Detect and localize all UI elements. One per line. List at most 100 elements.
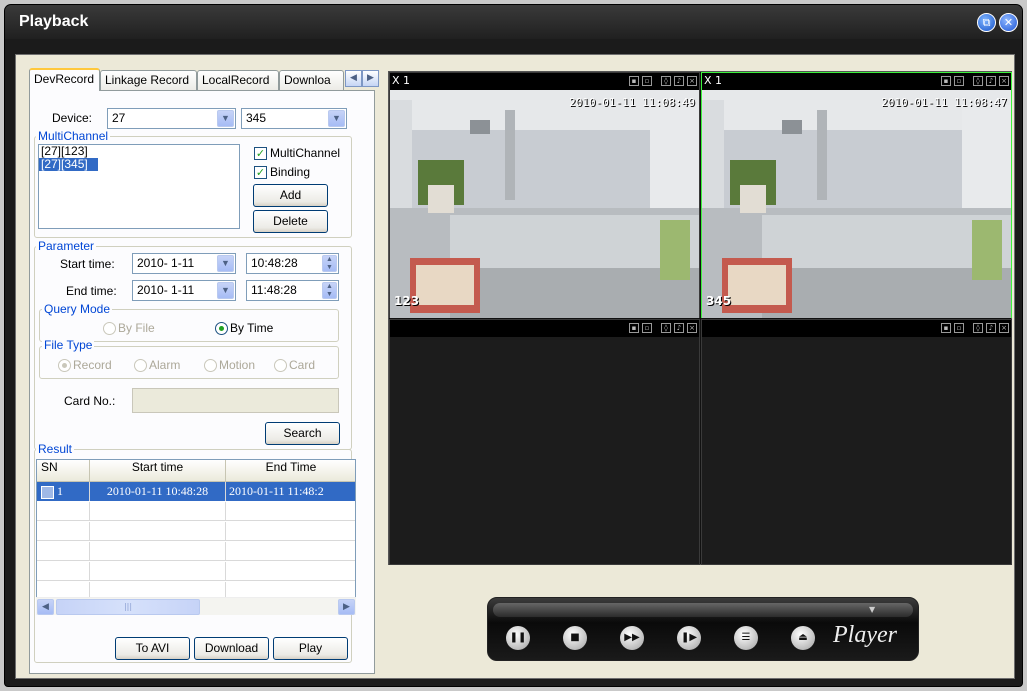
list-item[interactable]: [27][345] bbox=[39, 158, 98, 171]
result-table[interactable]: SN Start time End Time 1 2010-01-11 10:4… bbox=[36, 459, 356, 615]
cell-toolbar: ▪ ▫ ◊ ♪ × bbox=[941, 323, 1009, 333]
fast-forward-icon[interactable]: ▶▶ bbox=[620, 626, 644, 650]
eject-icon[interactable]: ⏏ bbox=[791, 626, 815, 650]
player-logo: Player bbox=[833, 622, 897, 648]
card-no-input[interactable] bbox=[132, 388, 339, 413]
tab-scroll-right-icon[interactable]: ▶ bbox=[362, 70, 379, 87]
video-cell-4[interactable]: ▪ ▫ ◊ ♪ × bbox=[701, 319, 1012, 565]
timestamp-overlay: 2010-01-11 11:08:47 bbox=[881, 96, 1007, 109]
by-time-label: By Time bbox=[230, 321, 274, 335]
record-icon[interactable]: ▫ bbox=[954, 76, 964, 86]
devrecord-tab-body: Device: 27 ▼ 345 ▼ MultiChannel [27][123… bbox=[29, 90, 375, 674]
snapshot-icon[interactable]: ▪ bbox=[629, 76, 639, 86]
table-row[interactable]: 1 2010-01-11 10:48:28 2010-01-11 11:48:2 bbox=[37, 482, 355, 501]
to-avi-button[interactable]: To AVI bbox=[115, 637, 190, 660]
speaker-icon[interactable]: ♪ bbox=[986, 76, 996, 86]
end-date-value: 2010- 1-11 bbox=[137, 283, 195, 297]
video-cell-3[interactable]: ▪ ▫ ◊ ♪ × bbox=[389, 319, 700, 565]
column-header-sn[interactable]: SN bbox=[37, 460, 90, 482]
speaker-icon[interactable]: ♪ bbox=[674, 323, 684, 333]
video-cell-1[interactable]: X 1 ▪ ▫ ◊ ♪ × 2010-01-11 11:08:49 123 bbox=[389, 72, 700, 318]
cell-header: X 1 ▪ ▫ ◊ ♪ × bbox=[702, 73, 1011, 90]
tab-scroll-left-icon[interactable]: ◀ bbox=[345, 70, 362, 87]
card-no-label: Card No.: bbox=[64, 394, 116, 408]
close-icon[interactable]: × bbox=[999, 323, 1009, 333]
scroll-left-icon[interactable]: ◀ bbox=[37, 599, 54, 615]
download-button[interactable]: Download bbox=[194, 637, 269, 660]
binding-checkbox[interactable]: ✓ bbox=[254, 166, 267, 179]
close-icon[interactable]: × bbox=[687, 323, 697, 333]
scroll-right-icon[interactable]: ▶ bbox=[338, 599, 355, 615]
column-header-start-time[interactable]: Start time bbox=[90, 460, 226, 482]
row-checkbox[interactable] bbox=[41, 485, 54, 499]
scroll-thumb[interactable]: ||| bbox=[56, 599, 200, 615]
multichannel-list[interactable]: [27][123] [27][345] bbox=[38, 144, 240, 229]
snapshot-icon[interactable]: ▪ bbox=[941, 323, 951, 333]
tab-devrecord[interactable]: DevRecord bbox=[29, 68, 100, 91]
up-down-icon[interactable]: ▲ ▼ bbox=[322, 282, 337, 299]
tab-download[interactable]: Downloa bbox=[279, 70, 344, 90]
title-bar[interactable]: Playback ⧉ ✕ bbox=[5, 5, 1022, 39]
record-icon[interactable]: ▫ bbox=[954, 323, 964, 333]
start-time-value: 10:48:28 bbox=[251, 256, 298, 270]
search-button[interactable]: Search bbox=[265, 422, 340, 445]
camera-id-overlay: 123 bbox=[394, 294, 420, 308]
chevron-down-icon[interactable]: ▼ bbox=[328, 110, 345, 127]
snapshot-icon[interactable]: ▪ bbox=[941, 76, 951, 86]
snapshot-icon[interactable]: ▪ bbox=[629, 323, 639, 333]
close-icon[interactable]: ✕ bbox=[999, 13, 1018, 32]
motion-radio[interactable] bbox=[204, 359, 217, 372]
table-cell-end: 2010-01-11 11:48:2 bbox=[226, 482, 355, 501]
end-date-picker[interactable]: 2010- 1-11 ▼ bbox=[132, 280, 236, 301]
close-icon[interactable]: × bbox=[999, 76, 1009, 86]
add-button[interactable]: Add bbox=[253, 184, 328, 207]
cell-label: X 1 bbox=[392, 74, 411, 87]
channel-select[interactable]: 345 ▼ bbox=[241, 108, 347, 129]
audio-icon[interactable]: ◊ bbox=[973, 76, 983, 86]
camera-feed-image: 2010-01-11 11:08:47 345 bbox=[702, 90, 1011, 318]
audio-icon[interactable]: ◊ bbox=[661, 76, 671, 86]
record-radio[interactable] bbox=[58, 359, 71, 372]
chevron-down-icon[interactable]: ▼ bbox=[217, 282, 234, 299]
up-down-icon[interactable]: ▲ ▼ bbox=[322, 255, 337, 272]
speaker-icon[interactable]: ♪ bbox=[986, 323, 996, 333]
by-time-radio[interactable] bbox=[215, 322, 228, 335]
close-icon[interactable]: × bbox=[687, 76, 697, 86]
start-time-spinner[interactable]: 10:48:28 ▲ ▼ bbox=[246, 253, 339, 274]
speaker-icon[interactable]: ♪ bbox=[674, 76, 684, 86]
playback-progress-bar[interactable]: ▼ bbox=[493, 603, 913, 617]
tab-linkage-record[interactable]: Linkage Record bbox=[100, 70, 197, 90]
video-cell-2[interactable]: X 1 ▪ ▫ ◊ ♪ × 2010-01-11 11:08:47 345 bbox=[701, 72, 1012, 318]
device-label: Device: bbox=[52, 111, 93, 125]
progress-handle-icon[interactable]: ▼ bbox=[869, 605, 875, 614]
tab-strip: DevRecord Linkage Record LocalRecord Dow… bbox=[29, 68, 379, 91]
chevron-down-icon[interactable]: ▼ bbox=[217, 255, 234, 272]
card-radio[interactable] bbox=[274, 359, 287, 372]
record-icon[interactable]: ▫ bbox=[642, 76, 652, 86]
cell-toolbar: ▪ ▫ ◊ ♪ × bbox=[629, 76, 697, 86]
play-button[interactable]: Play bbox=[273, 637, 348, 660]
pause-icon[interactable]: ❚❚ bbox=[506, 626, 530, 650]
file-type-title: File Type bbox=[42, 338, 95, 352]
cell-label: X 1 bbox=[704, 74, 723, 87]
playlist-icon[interactable]: ☰ bbox=[734, 626, 758, 650]
column-header-end-time[interactable]: End Time bbox=[226, 460, 355, 482]
restore-icon[interactable]: ⧉ bbox=[977, 13, 996, 32]
audio-icon[interactable]: ◊ bbox=[973, 323, 983, 333]
horizontal-scrollbar[interactable]: ◀ ||| ▶ bbox=[36, 597, 356, 615]
stop-icon[interactable]: ■ bbox=[563, 626, 587, 650]
query-mode-title: Query Mode bbox=[42, 302, 113, 316]
by-file-radio[interactable] bbox=[103, 322, 116, 335]
start-date-value: 2010- 1-11 bbox=[137, 256, 195, 270]
step-forward-icon[interactable]: ❚▶ bbox=[677, 626, 701, 650]
chevron-down-icon[interactable]: ▼ bbox=[217, 110, 234, 127]
audio-icon[interactable]: ◊ bbox=[661, 323, 671, 333]
record-icon[interactable]: ▫ bbox=[642, 323, 652, 333]
device-select[interactable]: 27 ▼ bbox=[107, 108, 236, 129]
tab-localrecord[interactable]: LocalRecord bbox=[197, 70, 279, 90]
delete-button[interactable]: Delete bbox=[253, 210, 328, 233]
start-date-picker[interactable]: 2010- 1-11 ▼ bbox=[132, 253, 236, 274]
alarm-radio[interactable] bbox=[134, 359, 147, 372]
multichannel-checkbox[interactable]: ✓ bbox=[254, 147, 267, 160]
end-time-spinner[interactable]: 11:48:28 ▲ ▼ bbox=[246, 280, 339, 301]
